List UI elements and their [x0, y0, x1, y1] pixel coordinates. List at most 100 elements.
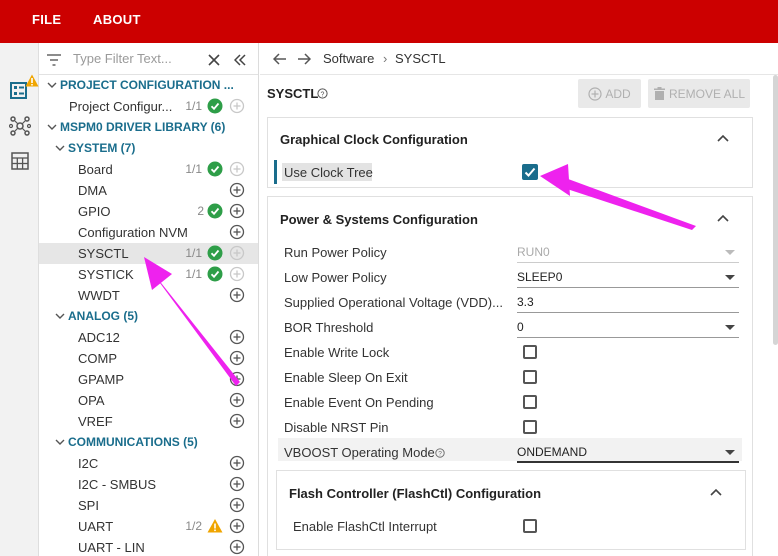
tree-item-board[interactable]: Board 1/1: [39, 159, 258, 180]
enable-event-on-pending-checkbox[interactable]: [523, 395, 537, 409]
use-clock-tree-label: Use Clock Tree: [284, 165, 373, 180]
tree-item-project-configuration[interactable]: Project Configur... 1/1: [39, 96, 258, 117]
chevron-down-icon: [725, 450, 735, 455]
tree-item-i2c-smbus[interactable]: I2C - SMBUS: [39, 474, 258, 495]
about-menu[interactable]: ABOUT: [93, 12, 141, 27]
chevron-down-icon[interactable]: [55, 311, 65, 321]
chevron-up-icon[interactable]: [709, 485, 723, 499]
add-circle-icon[interactable]: [229, 203, 245, 219]
add-circle-icon[interactable]: [229, 371, 245, 387]
chevron-down-icon[interactable]: [55, 143, 65, 153]
add-circle-icon[interactable]: [229, 476, 245, 492]
add-circle-icon[interactable]: [229, 497, 245, 513]
tree-category-analog[interactable]: ANALOG (5): [39, 306, 258, 327]
enable-write-lock-checkbox[interactable]: [523, 345, 537, 359]
main-scrollbar[interactable]: [773, 75, 778, 345]
clear-filter-icon[interactable]: [208, 54, 220, 66]
supplied-voltage-value: 3.3: [517, 295, 534, 309]
page-title: SYSCTL: [267, 86, 319, 101]
use-clock-tree-checkbox[interactable]: [522, 164, 538, 180]
chevron-up-icon[interactable]: [716, 131, 730, 145]
tree-item-label: ADC12: [78, 330, 120, 345]
supplied-voltage-input[interactable]: 3.3: [517, 293, 739, 313]
add-circle-icon[interactable]: [229, 350, 245, 366]
add-circle-icon[interactable]: [229, 455, 245, 471]
add-circle-icon[interactable]: [229, 287, 245, 303]
filter-input[interactable]: [73, 51, 193, 66]
add-circle-icon[interactable]: [229, 161, 245, 177]
add-circle-icon[interactable]: [229, 182, 245, 198]
add-circle-icon[interactable]: [229, 413, 245, 429]
tree-item-vref[interactable]: VREF: [39, 411, 258, 432]
instance-count: 2: [197, 204, 204, 218]
help-icon[interactable]: ?: [435, 448, 445, 458]
tree-category-project-config[interactable]: PROJECT CONFIGURATION ...: [39, 75, 258, 96]
check-circle-icon: [207, 245, 223, 261]
svg-text:?: ?: [321, 91, 325, 98]
chevron-down-icon[interactable]: [55, 437, 65, 447]
chevron-up-icon[interactable]: [716, 211, 730, 225]
breadcrumb-separator: ›: [383, 51, 388, 66]
add-circle-icon[interactable]: [229, 329, 245, 345]
tree-item-gpio[interactable]: GPIO 2: [39, 201, 258, 222]
activity-config-button[interactable]: [0, 73, 39, 107]
tree-item-i2c[interactable]: I2C: [39, 453, 258, 474]
forward-arrow-icon[interactable]: [297, 53, 311, 65]
add-circle-icon[interactable]: [229, 392, 245, 408]
tree-category-communications[interactable]: COMMUNICATIONS (5): [39, 432, 258, 453]
topology-icon: [8, 116, 31, 136]
tree-item-opa[interactable]: OPA: [39, 390, 258, 411]
tree-item-uart-lin[interactable]: UART - LIN: [39, 537, 258, 556]
breadcrumb-software[interactable]: Software: [323, 51, 374, 66]
remove-all-label: REMOVE ALL: [668, 86, 746, 101]
chevron-down-icon[interactable]: [47, 80, 57, 90]
add-circle-icon[interactable]: [229, 224, 245, 240]
tree-item-wwdt[interactable]: WWDT: [39, 285, 258, 306]
tree-item-spi[interactable]: SPI: [39, 495, 258, 516]
tree-category-driver-library[interactable]: MSPM0 DRIVER LIBRARY (6): [39, 117, 258, 138]
tree-category-system[interactable]: SYSTEM (7): [39, 138, 258, 159]
collapse-panel-icon[interactable]: [234, 54, 246, 66]
tree-item-uart[interactable]: UART 1/2: [39, 516, 258, 537]
help-icon[interactable]: ?: [317, 88, 328, 99]
activity-calculator-button[interactable]: [0, 144, 39, 178]
add-circle-icon[interactable]: [229, 245, 245, 261]
flash-panel-title: Flash Controller (FlashCtl) Configuratio…: [289, 486, 542, 501]
tree-item-label: I2C - SMBUS: [78, 477, 157, 492]
tree-item-comp[interactable]: COMP: [39, 348, 258, 369]
bor-threshold-select[interactable]: 0: [517, 318, 739, 338]
back-arrow-icon[interactable]: [273, 53, 287, 65]
add-circle-icon[interactable]: [229, 98, 245, 114]
add-button-label: ADD: [605, 86, 631, 101]
file-menu[interactable]: FILE: [32, 12, 61, 27]
activity-topology-button[interactable]: [0, 109, 39, 143]
add-circle-icon[interactable]: [229, 518, 245, 534]
clock-config-panel: Graphical Clock Configuration Use Clock …: [267, 117, 753, 188]
tree-item-gpamp[interactable]: GPAMP: [39, 369, 258, 390]
tree-item-label: DMA: [78, 183, 107, 198]
vboost-mode-select[interactable]: ONDEMAND: [517, 443, 739, 463]
tree-category-label: COMMUNICATIONS (5): [68, 435, 198, 449]
instance-count: 1/1: [185, 246, 202, 260]
disable-nrst-pin-checkbox[interactable]: [523, 420, 537, 434]
tree-item-label: GPAMP: [78, 372, 124, 387]
flash-interrupt-checkbox[interactable]: [523, 519, 537, 533]
add-circle-icon[interactable]: [229, 266, 245, 282]
tree-item-configuration-nvm[interactable]: Configuration NVM: [39, 222, 258, 243]
enable-sleep-on-exit-checkbox[interactable]: [523, 370, 537, 384]
module-tree-panel: PROJECT CONFIGURATION ... Project Configu…: [39, 43, 259, 556]
focus-indicator: [274, 160, 277, 184]
filter-icon[interactable]: [47, 54, 61, 66]
tree-item-label: COMP: [78, 351, 117, 366]
tree-item-dma[interactable]: DMA: [39, 180, 258, 201]
tree-item-sysctl[interactable]: SYSCTL 1/1: [39, 243, 258, 264]
low-power-policy-select[interactable]: SLEEP0: [517, 268, 739, 288]
trash-icon: [653, 86, 665, 100]
add-circle-icon[interactable]: [229, 539, 245, 555]
low-power-policy-label: Low Power Policy: [284, 270, 387, 285]
add-button[interactable]: ADD: [578, 79, 641, 108]
tree-item-systick[interactable]: SYSTICK 1/1: [39, 264, 258, 285]
chevron-down-icon[interactable]: [47, 122, 57, 132]
remove-all-button[interactable]: REMOVE ALL: [648, 79, 750, 108]
tree-item-adc12[interactable]: ADC12: [39, 327, 258, 348]
